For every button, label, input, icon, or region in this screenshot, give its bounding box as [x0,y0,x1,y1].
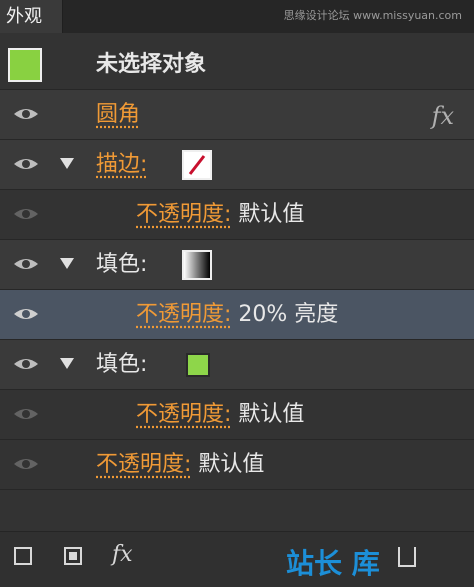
stroke-link[interactable]: 描边: [96,150,147,180]
opacity-value: 20% 亮度 [231,302,338,327]
expand-triangle-icon[interactable] [60,158,74,169]
opacity-label: 不透明度: 默认值 [136,200,304,230]
appearance-rows: 未选择对象 圆角 fx 描边: 不透明度: 默认值 填色: 不透明度: 20% … [0,40,474,490]
opacity-value: 默认值 [191,452,264,477]
rounded-corner-link[interactable]: 圆角 [96,100,140,130]
opacity-label: 不透明度: 默认值 [96,450,264,480]
fill-label: 填色: [96,250,147,280]
visibility-eye-icon[interactable] [12,302,40,326]
visibility-eye-icon[interactable] [12,252,40,276]
visibility-eye-icon[interactable] [12,202,40,226]
fill2-opacity-row[interactable]: 不透明度: 默认值 [0,390,474,440]
add-effect-fx-icon[interactable]: fx [112,542,133,567]
watermark-logo: 站长 库 [286,542,380,582]
tab-bar: 外观 思缘设计论坛 www.missyuan.com [0,0,474,33]
opacity-link[interactable]: 不透明度: [136,402,231,427]
opacity-value: 默认值 [231,402,304,427]
green-fill-swatch[interactable] [186,353,210,377]
trash-icon[interactable] [398,547,416,567]
expand-triangle-icon[interactable] [60,358,74,369]
expand-triangle-icon[interactable] [60,258,74,269]
stroke-opacity-row[interactable]: 不透明度: 默认值 [0,190,474,240]
visibility-eye-icon[interactable] [12,402,40,426]
opacity-label: 不透明度: 默认值 [136,400,304,430]
tab-appearance[interactable]: 外观 [0,0,63,33]
visibility-eye-icon[interactable] [12,102,40,126]
opacity-link[interactable]: 不透明度: [136,302,231,327]
fx-icon[interactable]: fx [432,102,454,130]
rounded-corner-row[interactable]: 圆角 fx [0,90,474,140]
watermark-text: 思缘设计论坛 www.missyuan.com [284,7,462,23]
stroke-swatch[interactable] [182,150,212,180]
object-thumbnail [8,48,42,82]
opacity-label: 不透明度: 20% 亮度 [136,300,338,330]
appearance-panel: 外观 思缘设计论坛 www.missyuan.com 未选择对象 圆角 fx 描… [0,0,474,586]
fill-label: 填色: [96,350,147,380]
add-stroke-icon[interactable] [14,547,32,565]
no-selection-label: 未选择对象 [96,50,206,80]
object-opacity-row[interactable]: 不透明度: 默认值 [0,440,474,490]
opacity-link[interactable]: 不透明度: [136,202,231,227]
opacity-value: 默认值 [231,202,304,227]
object-header-row: 未选择对象 [0,40,474,90]
panel-footer: fx 站长 库 [0,531,474,587]
gradient-fill-swatch[interactable] [182,250,212,280]
fill1-opacity-row[interactable]: 不透明度: 20% 亮度 [0,290,474,340]
visibility-eye-icon[interactable] [12,152,40,176]
fill-row-2[interactable]: 填色: [0,340,474,390]
opacity-link[interactable]: 不透明度: [96,452,191,477]
fill-row-1[interactable]: 填色: [0,240,474,290]
visibility-eye-icon[interactable] [12,452,40,476]
add-fill-icon[interactable] [64,547,82,565]
visibility-eye-icon[interactable] [12,352,40,376]
stroke-row[interactable]: 描边: [0,140,474,190]
